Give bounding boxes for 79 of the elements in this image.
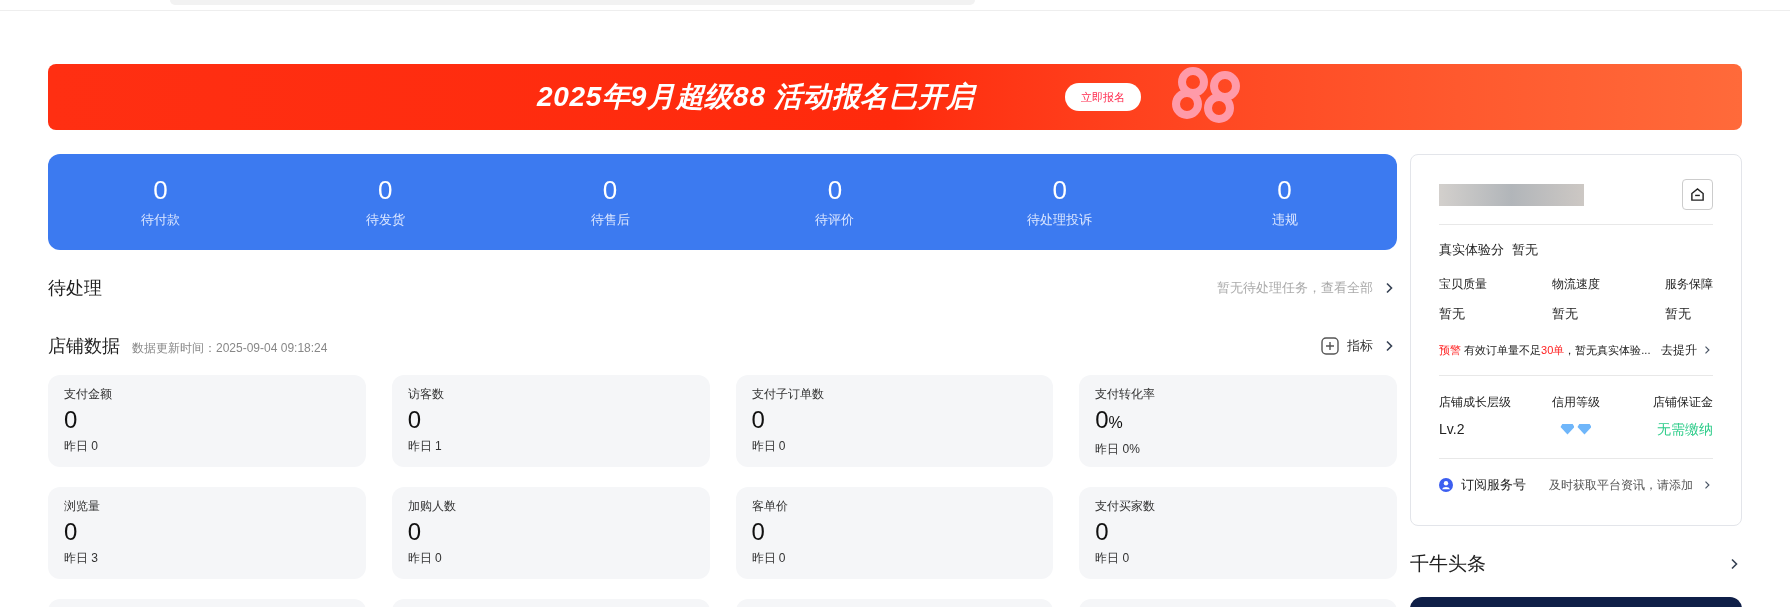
metric-card[interactable]: 支付金额 0 昨日 0 <box>48 375 366 467</box>
metric-yesterday: 昨日 0 <box>407 550 443 567</box>
status-label: 违规 <box>1271 211 1298 230</box>
metric-card[interactable]: 浏览量 0 昨日 3 <box>48 487 366 579</box>
deposit-status: 无需缴纳 <box>1656 420 1713 439</box>
metric-yesterday: 昨日 3 <box>64 550 99 567</box>
status-count: 0 <box>827 174 843 207</box>
home-button[interactable] <box>1682 179 1713 210</box>
metric-yesterday: 昨日 0 <box>751 438 787 455</box>
user-icon <box>1439 477 1453 492</box>
score-label: 真实体验分 <box>1439 241 1504 259</box>
metric-value: 0 <box>64 517 79 547</box>
metric-yesterday: 昨日 0 <box>1095 550 1131 567</box>
score-item-value: 暂无 <box>1665 304 1692 323</box>
metric-value: 0% <box>1095 405 1124 435</box>
metric-yesterday: 昨日 0 <box>64 438 99 455</box>
metric-yesterday: 昨日 0% <box>1095 441 1141 458</box>
metric-value: 0 <box>407 405 423 435</box>
home-icon <box>1690 187 1705 202</box>
metric-label: 支付转化率 <box>1095 386 1157 403</box>
signup-button[interactable]: 立即报名 <box>1065 83 1142 111</box>
score-item-label: 物流速度 <box>1552 275 1601 293</box>
warning-text: 预警 有效订单量不足30单，暂无真实体验... <box>1439 342 1651 358</box>
metric-value: 0 <box>407 517 423 547</box>
metrics-button[interactable]: 指标 <box>1321 336 1397 356</box>
score-item-value: 暂无 <box>1552 304 1579 323</box>
status-count: 0 <box>602 174 618 207</box>
metric-card[interactable]: 支付买家数 0 昨日 0 <box>1079 487 1397 579</box>
metric-label: 支付金额 <box>64 386 113 403</box>
status-count: 0 <box>1052 174 1067 207</box>
metric-card[interactable]: 客单价 0 昨日 0 <box>735 487 1054 579</box>
status-label: 待售后 <box>590 211 630 230</box>
status-label: 待发货 <box>365 211 405 230</box>
metric-value: 0 <box>1095 517 1110 547</box>
score-item-value: 暂无 <box>1439 304 1466 323</box>
order-status-item[interactable]: 0 待评价 <box>722 174 948 230</box>
level-label: 信用等级 <box>1551 394 1601 411</box>
order-status-item[interactable]: 0 待付款 <box>48 174 273 230</box>
metric-value: 0 <box>751 517 766 547</box>
metric-card[interactable]: 支付转化率 0% 昨日 0% <box>1079 375 1397 467</box>
promo-banner[interactable]: 2025年9月超级88 活动报名已开启 立即报名 <box>48 64 1742 130</box>
order-status-item[interactable]: 0 待处理投诉 <box>947 174 1173 230</box>
section-title: 千牛头条 <box>1410 552 1486 576</box>
level-label: 店铺成长层级 <box>1439 394 1512 411</box>
metric-card[interactable]: 支付子订单数 0 昨日 0 <box>735 375 1054 467</box>
metric-card[interactable]: 加购人数 0 昨日 0 <box>391 487 710 579</box>
status-label: 待评价 <box>815 211 855 230</box>
metric-value: 0 <box>64 405 79 435</box>
metric-label: 加购人数 <box>407 498 457 515</box>
metric-value: 0 <box>751 405 766 435</box>
improve-link[interactable]: 去提升 <box>1661 341 1713 359</box>
update-time: 数据更新时间：2025-09-04 09:18:24 <box>132 339 328 357</box>
status-label: 待付款 <box>140 211 180 230</box>
status-count: 0 <box>378 174 393 207</box>
metric-label: 访客数 <box>407 386 445 403</box>
status-label: 待处理投诉 <box>1027 211 1093 230</box>
order-status-item[interactable]: 0 待售后 <box>497 174 723 230</box>
score-item-label: 宝贝质量 <box>1439 275 1488 293</box>
metric-yesterday: 昨日 0 <box>751 550 787 567</box>
metric-label: 客单价 <box>751 498 789 515</box>
metric-label: 浏览量 <box>64 498 101 515</box>
metric-yesterday: 昨日 1 <box>407 438 443 455</box>
metric-card[interactable]: 访客数 0 昨日 1 <box>391 375 710 467</box>
metric-label: 支付子订单数 <box>751 386 825 403</box>
section-title: 店铺数据 <box>48 334 120 358</box>
order-status-item[interactable]: 0 违规 <box>1172 174 1397 230</box>
score-item-label: 服务保障 <box>1665 275 1713 293</box>
score-value: 暂无 <box>1512 241 1538 259</box>
metric-label: 支付买家数 <box>1095 498 1157 515</box>
plus-icon <box>1321 337 1339 355</box>
level-value: Lv.2 <box>1439 420 1466 439</box>
subscribe-hint[interactable]: 及时获取平台资讯，请添加 <box>1549 475 1713 494</box>
level-label: 店铺保证金 <box>1652 394 1713 411</box>
status-count: 0 <box>153 174 168 207</box>
order-status-item[interactable]: 0 待发货 <box>272 174 498 230</box>
section-title: 待处理 <box>48 276 102 300</box>
banner-title: 2025年9月超级88 活动报名已开启 <box>536 80 976 114</box>
subscribe-link[interactable]: 订阅服务号 <box>1439 475 1526 495</box>
status-count: 0 <box>1277 174 1292 207</box>
